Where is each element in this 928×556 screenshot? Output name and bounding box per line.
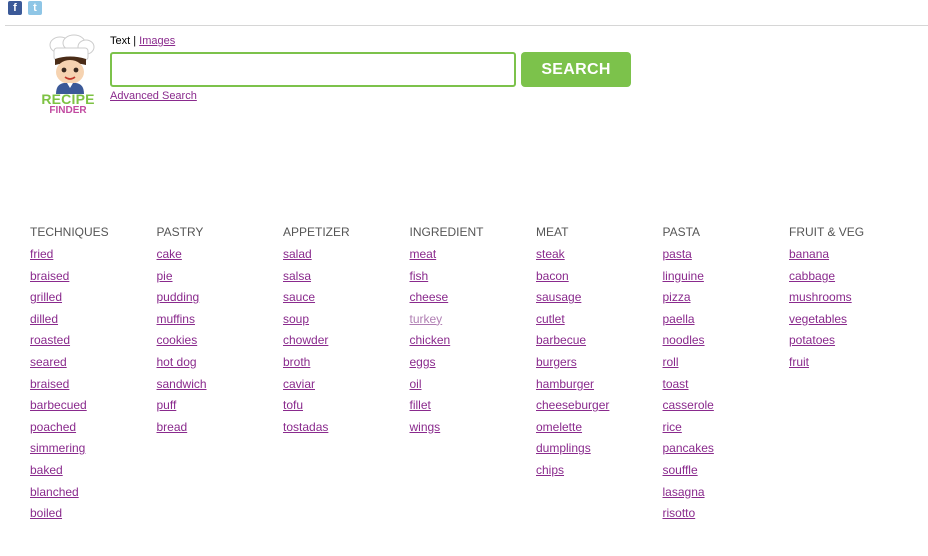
category-link[interactable]: pancakes	[663, 440, 788, 462]
category-column: INGREDIENT meat fish cheese turkey chicken egg…	[410, 224, 535, 440]
category-link[interactable]: banana	[789, 246, 914, 268]
header-divider	[5, 25, 928, 26]
category-link[interactable]: cheese	[410, 289, 535, 311]
category-link[interactable]: toast	[663, 376, 788, 398]
category-link[interactable]: braised	[30, 268, 155, 290]
category-link[interactable]: hot dog	[157, 354, 282, 376]
category-link[interactable]: barbecue	[536, 332, 661, 354]
facebook-icon[interactable]: f	[8, 1, 22, 15]
category-link[interactable]: oil	[410, 376, 535, 398]
chef-icon	[49, 34, 95, 94]
category-link[interactable]: cheeseburger	[536, 397, 661, 419]
category-link[interactable]: muffins	[157, 311, 282, 333]
category-link[interactable]: simmering	[30, 440, 155, 462]
category-title: MEAT	[536, 225, 569, 239]
category-link[interactable]: casserole	[663, 397, 788, 419]
logo-finder-text: FINDER	[49, 105, 87, 116]
social-icons: f t	[8, 1, 42, 15]
category-link[interactable]: chicken	[410, 332, 535, 354]
category-link[interactable]: chowder	[283, 332, 408, 354]
category-link[interactable]: turkey	[410, 311, 535, 333]
category-link[interactable]: pizza	[663, 289, 788, 311]
search-input[interactable]	[110, 52, 516, 87]
category-link[interactable]: burgers	[536, 354, 661, 376]
category-link[interactable]: wings	[410, 419, 535, 441]
category-link[interactable]: pasta	[663, 246, 788, 268]
tab-separator: |	[133, 35, 137, 47]
category-column: FRUIT & VEG banana cabbage mushrooms vegetab…	[789, 224, 914, 376]
category-link[interactable]: sandwich	[157, 376, 282, 398]
category-link[interactable]: poached	[30, 419, 155, 441]
twitter-icon[interactable]: t	[28, 1, 42, 15]
search-mode-tabs: Text | Images	[110, 35, 175, 47]
category-link[interactable]: eggs	[410, 354, 535, 376]
category-link[interactable]: tofu	[283, 397, 408, 419]
category-link[interactable]: puff	[157, 397, 282, 419]
category-title: INGREDIENT	[409, 225, 484, 239]
category-link[interactable]: mushrooms	[789, 289, 914, 311]
category-link[interactable]: risotto	[663, 505, 788, 527]
category-link[interactable]: fillet	[410, 397, 535, 419]
category-link[interactable]: broth	[283, 354, 408, 376]
category-title: TECHNIQUES	[30, 225, 109, 239]
category-link[interactable]: vegetables	[789, 311, 914, 333]
category-link[interactable]: tostadas	[283, 419, 408, 441]
tab-text[interactable]: Text	[110, 35, 130, 47]
category-link[interactable]: cookies	[157, 332, 282, 354]
category-link[interactable]: dumplings	[536, 440, 661, 462]
category-link[interactable]: grilled	[30, 289, 155, 311]
category-title: PASTA	[662, 225, 701, 239]
category-link[interactable]: lasagna	[663, 484, 788, 506]
category-column: MEAT steak bacon sausage cutlet barbecue burge…	[536, 224, 661, 484]
category-link[interactable]: caviar	[283, 376, 408, 398]
category-link[interactable]: rice	[663, 419, 788, 441]
category-link[interactable]: soup	[283, 311, 408, 333]
category-link[interactable]: bacon	[536, 268, 661, 290]
category-link[interactable]: cabbage	[789, 268, 914, 290]
recipe-finder-logo[interactable]: RECIPE FINDER	[38, 34, 98, 118]
category-column: APPETIZER salad salsa sauce soup chowder broth…	[283, 224, 408, 440]
category-link[interactable]: blanched	[30, 484, 155, 506]
category-link[interactable]: pie	[157, 268, 282, 290]
category-link[interactable]: roasted	[30, 332, 155, 354]
category-link[interactable]: cutlet	[536, 311, 661, 333]
category-link[interactable]: paella	[663, 311, 788, 333]
category-link[interactable]: braised	[30, 376, 155, 398]
category-link[interactable]: boiled	[30, 505, 155, 527]
category-link[interactable]: fish	[410, 268, 535, 290]
category-link[interactable]: bread	[157, 419, 282, 441]
category-link[interactable]: steak	[536, 246, 661, 268]
category-title: FRUIT & VEG	[789, 225, 865, 239]
category-title: PASTRY	[156, 225, 204, 239]
category-link[interactable]: hamburger	[536, 376, 661, 398]
category-link[interactable]: salad	[283, 246, 408, 268]
advanced-search-link[interactable]: Advanced Search	[110, 90, 197, 102]
category-link[interactable]: meat	[410, 246, 535, 268]
category-title: APPETIZER	[283, 225, 350, 239]
category-link[interactable]: salsa	[283, 268, 408, 290]
category-link[interactable]: seared	[30, 354, 155, 376]
category-link[interactable]: fruit	[789, 354, 914, 376]
category-link[interactable]: pudding	[157, 289, 282, 311]
logo-recipe-text: RECIPE	[41, 91, 95, 107]
category-column: PASTA pasta linguine pizza paella noodles roll…	[663, 224, 788, 527]
category-link[interactable]: sauce	[283, 289, 408, 311]
tab-images[interactable]: Images	[139, 35, 175, 47]
category-link[interactable]: chips	[536, 462, 661, 484]
category-link[interactable]: noodles	[663, 332, 788, 354]
category-link[interactable]: roll	[663, 354, 788, 376]
category-column: TECHNIQUES fried braised grilled dilled roast…	[30, 224, 155, 527]
search-button[interactable]: SEARCH	[521, 52, 631, 87]
category-link[interactable]: cake	[157, 246, 282, 268]
category-link[interactable]: sausage	[536, 289, 661, 311]
category-link[interactable]: potatoes	[789, 332, 914, 354]
category-link[interactable]: omelette	[536, 419, 661, 441]
category-link[interactable]: dilled	[30, 311, 155, 333]
category-column: PASTRY cake pie pudding muffins cookies hot do…	[157, 224, 282, 440]
category-link[interactable]: fried	[30, 246, 155, 268]
category-link[interactable]: barbecued	[30, 397, 155, 419]
category-link[interactable]: souffle	[663, 462, 788, 484]
category-link[interactable]: linguine	[663, 268, 788, 290]
category-link[interactable]: baked	[30, 462, 155, 484]
